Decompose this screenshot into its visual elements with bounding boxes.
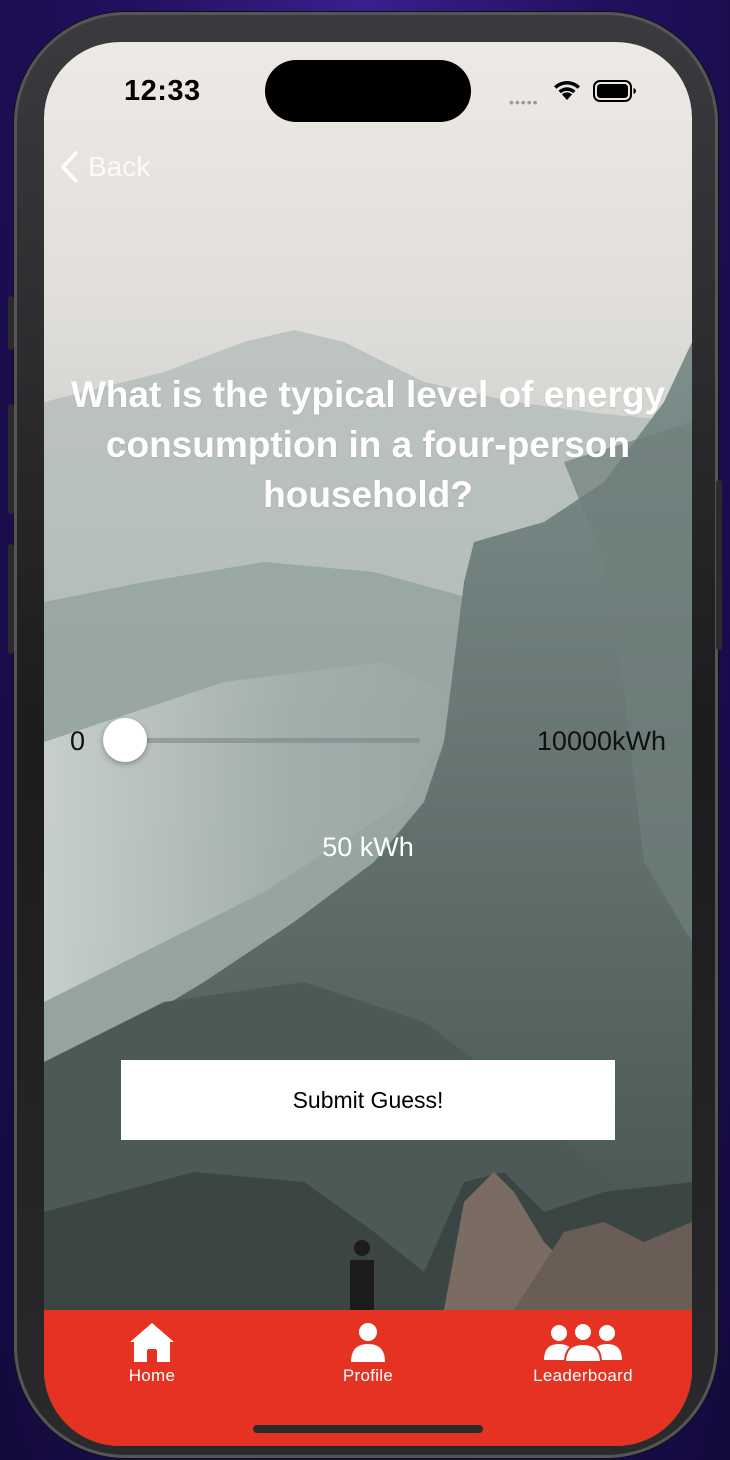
question-text: What is the typical level of energy cons… <box>70 374 666 515</box>
power-button <box>716 480 722 650</box>
user-icon <box>351 1323 385 1362</box>
slider-min-label: 0 <box>70 726 86 756</box>
home-indicator <box>253 1425 483 1433</box>
tab-profile[interactable]: Profile <box>298 1320 438 1390</box>
tab-leaderboard[interactable]: Leaderboard <box>513 1320 653 1390</box>
cellular-signal-icon: ••••• <box>509 94 539 110</box>
battery-icon <box>593 80 636 102</box>
users-group-icon <box>544 1322 622 1363</box>
tab-home[interactable]: Home <box>82 1320 222 1390</box>
slider-track[interactable] <box>124 738 420 743</box>
app-screen: 12:33 ••••• Back What is the typical lev… <box>44 42 692 1446</box>
tab-leaderboard-label: Leaderboard <box>533 1366 633 1385</box>
selected-value-label: 50 kWh <box>322 832 414 862</box>
status-bar: 12:33 ••••• <box>44 42 692 142</box>
chevron-left-icon <box>61 151 78 183</box>
back-button[interactable]: Back <box>58 150 150 184</box>
status-time: 12:33 <box>124 75 201 107</box>
volume-down-button <box>8 544 14 654</box>
tab-bar: Home Profile Leaderboard <box>44 1310 692 1446</box>
wifi-icon <box>554 80 580 100</box>
slider-max-label: 10000kWh <box>536 726 666 756</box>
tab-home-label: Home <box>128 1366 176 1385</box>
energy-slider[interactable]: 0 10000kWh <box>44 712 692 768</box>
slider-thumb[interactable] <box>103 718 148 762</box>
volume-up-button <box>8 404 14 514</box>
submit-guess-button[interactable]: Submit Guess! <box>121 1060 615 1140</box>
home-icon <box>130 1323 174 1362</box>
dynamic-island <box>265 60 471 122</box>
tab-profile-label: Profile <box>342 1366 394 1385</box>
back-label: Back <box>88 151 151 182</box>
mute-switch <box>8 296 14 350</box>
